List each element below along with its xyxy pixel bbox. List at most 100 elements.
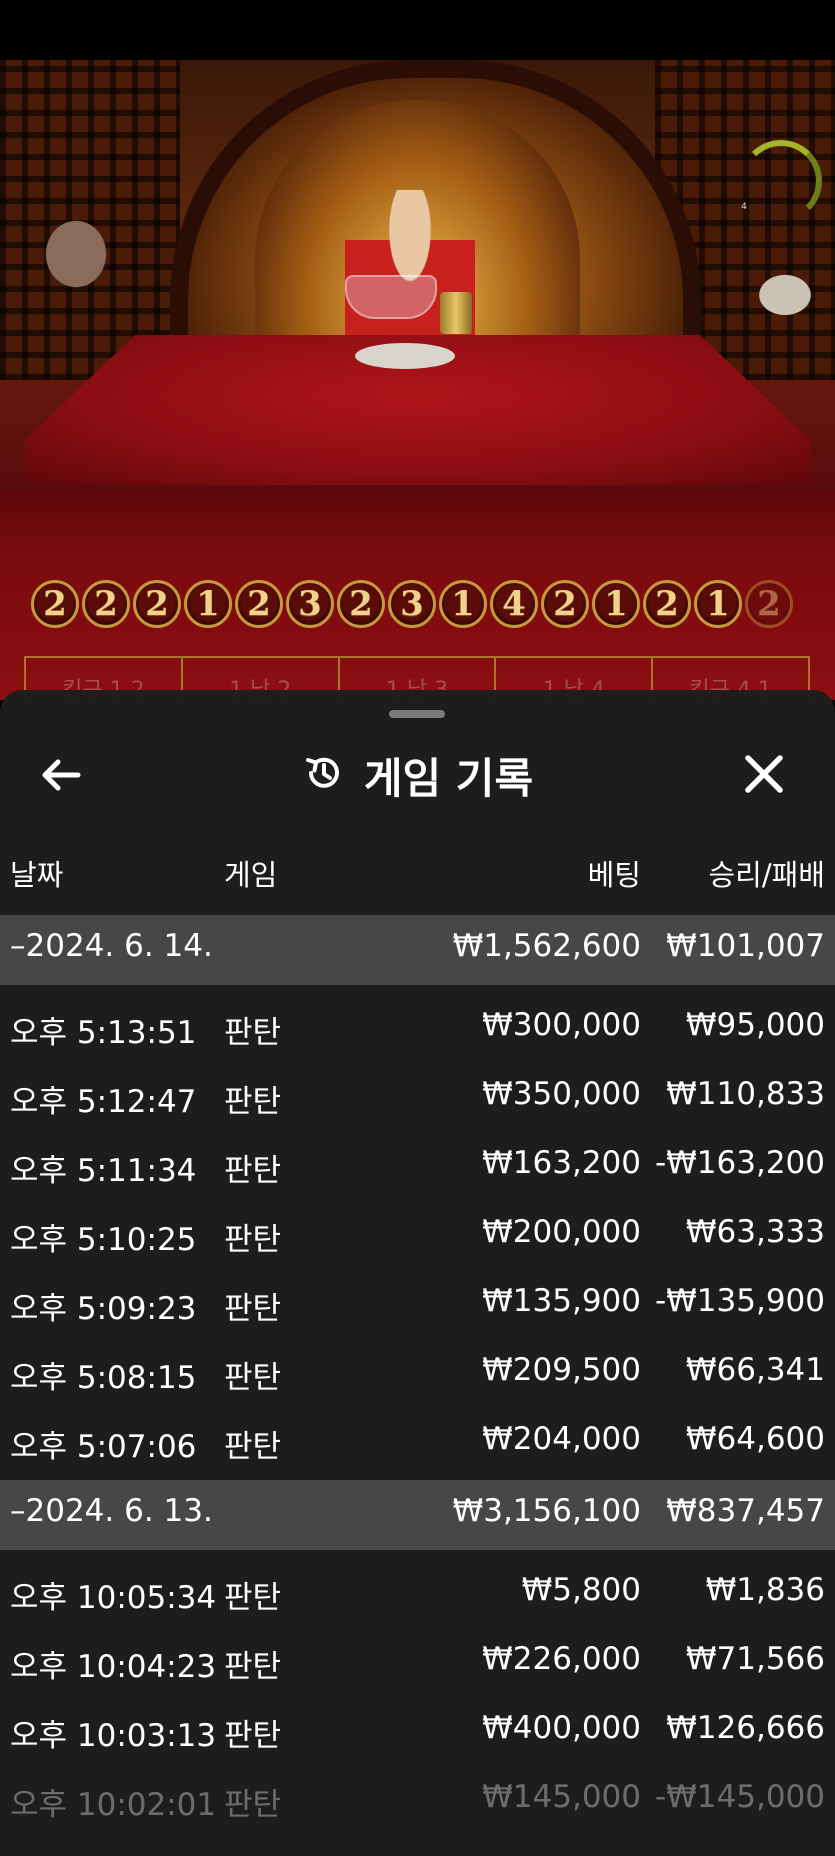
result-road: 222123231421212: [30, 574, 805, 634]
row-bet: ₩209,500: [482, 1352, 641, 1388]
row-game: 판탄: [224, 1718, 282, 1754]
row-time: 오후 10:05:34: [10, 1580, 217, 1616]
history-row[interactable]: 오후 10:02:01 판탄 ₩145,000 -₩145,000: [0, 1763, 835, 1831]
arrow-left-icon: [36, 759, 86, 804]
bead-pile: [355, 343, 455, 369]
row-time: 오후 5:09:23: [10, 1291, 197, 1327]
group-date: –2024. 6. 13.: [10, 1493, 213, 1529]
table-header: 날짜 게임 베팅 승리/패배: [0, 840, 835, 900]
history-row[interactable]: 오후 10:03:13 판탄 ₩400,000 ₩126,666: [0, 1694, 835, 1762]
row-bet: ₩163,200: [482, 1145, 641, 1181]
row-game: 판탄: [224, 1015, 282, 1051]
row-time: 오후 10:03:13: [10, 1718, 217, 1754]
live-video: 4: [0, 60, 835, 490]
history-row[interactable]: 오후 5:09:23 판탄 ₩135,900 -₩135,900: [0, 1267, 835, 1335]
road-result: 1: [592, 580, 640, 628]
gold-cup: [440, 292, 472, 334]
row-bet: ₩226,000: [482, 1641, 641, 1677]
row-bet: ₩145,000: [482, 1779, 641, 1815]
glass-cover: [345, 275, 437, 319]
group-bet-total: ₩3,156,100: [452, 1493, 641, 1529]
history-row[interactable]: 오후 5:11:34 판탄 ₩163,200 -₩163,200: [0, 1129, 835, 1197]
date-group-header[interactable]: –2024. 6. 14. ₩1,562,600 ₩101,007: [0, 915, 835, 985]
history-icon: [302, 751, 346, 799]
road-result: 2: [235, 580, 283, 628]
row-result: ₩1,836: [705, 1572, 825, 1608]
history-row[interactable]: 오후 5:08:15 판탄 ₩209,500 ₩66,341: [0, 1336, 835, 1404]
road-result: 2: [745, 580, 793, 628]
row-game: 판탄: [224, 1153, 282, 1189]
row-game: 판탄: [224, 1787, 282, 1823]
road-result: 2: [31, 580, 79, 628]
road-result: 4: [490, 580, 538, 628]
history-row[interactable]: 오후 5:12:47 판탄 ₩350,000 ₩110,833: [0, 1060, 835, 1128]
close-button[interactable]: [736, 746, 796, 802]
title-group: 게임 기록: [0, 730, 835, 820]
row-result: ₩126,666: [666, 1710, 825, 1746]
row-result: ₩64,600: [685, 1421, 825, 1457]
road-result: 3: [286, 580, 334, 628]
road-result: 1: [694, 580, 742, 628]
row-game: 판탄: [224, 1222, 282, 1258]
road-result: 2: [82, 580, 130, 628]
back-button[interactable]: [36, 750, 96, 800]
date-group-header[interactable]: –2024. 6. 13. ₩3,156,100 ₩837,457: [0, 1480, 835, 1550]
group-date: –2024. 6. 14.: [10, 928, 213, 964]
row-bet: ₩400,000: [482, 1710, 641, 1746]
dragon-statue: [740, 260, 830, 330]
column-game: 게임: [224, 858, 278, 892]
history-row[interactable]: 오후 5:07:06 판탄 ₩204,000 ₩64,600: [0, 1405, 835, 1473]
group-win-total: ₩101,007: [666, 928, 825, 964]
row-result: ₩95,000: [685, 1007, 825, 1043]
row-time: 오후 5:11:34: [10, 1153, 197, 1189]
column-win-loss: 승리/패배: [708, 858, 826, 892]
row-result: -₩145,000: [654, 1779, 825, 1815]
row-bet: ₩200,000: [482, 1214, 641, 1250]
row-game: 판탄: [224, 1084, 282, 1120]
sheet-drag-handle[interactable]: [389, 710, 445, 718]
game-history-sheet: 게임 기록 날짜 게임 베팅 승리/패배 –2024. 6. 14. ₩1,562…: [0, 690, 835, 1856]
road-result: 2: [643, 580, 691, 628]
row-result: ₩63,333: [685, 1214, 825, 1250]
row-result: ₩66,341: [685, 1352, 825, 1388]
row-time: 오후 5:07:06: [10, 1429, 197, 1465]
road-result: 2: [541, 580, 589, 628]
row-game: 판탄: [224, 1649, 282, 1685]
row-game: 판탄: [224, 1580, 282, 1616]
history-row[interactable]: 오후 5:13:51 판탄 ₩300,000 ₩95,000: [0, 991, 835, 1059]
row-time: 오후 10:04:23: [10, 1649, 217, 1685]
row-time: 오후 10:02:01: [10, 1787, 217, 1823]
history-row[interactable]: 오후 10:05:34 판탄 ₩5,800 ₩1,836: [0, 1556, 835, 1624]
sheet-header: 게임 기록: [0, 730, 835, 820]
row-result: -₩163,200: [654, 1145, 825, 1181]
road-result: 1: [439, 580, 487, 628]
history-row[interactable]: 오후 10:04:23 판탄 ₩226,000 ₩71,566: [0, 1625, 835, 1693]
row-game: 판탄: [224, 1291, 282, 1327]
row-time: 오후 5:10:25: [10, 1222, 197, 1258]
road-result: 2: [133, 580, 181, 628]
row-bet: ₩350,000: [482, 1076, 641, 1112]
row-bet: ₩204,000: [482, 1421, 641, 1457]
column-date: 날짜: [10, 858, 64, 892]
close-icon: [736, 755, 792, 806]
row-result: -₩135,900: [654, 1283, 825, 1319]
column-bet: 베팅: [587, 858, 641, 892]
sheet-title: 게임 기록: [363, 753, 534, 803]
row-game: 판탄: [224, 1429, 282, 1465]
row-game: 판탄: [224, 1360, 282, 1396]
road-result: 3: [388, 580, 436, 628]
road-result: 2: [337, 580, 385, 628]
round-timer-icon: [740, 140, 822, 222]
group-bet-total: ₩1,562,600: [452, 928, 641, 964]
row-bet: ₩135,900: [482, 1283, 641, 1319]
row-time: 오후 5:13:51: [10, 1015, 197, 1051]
row-bet: ₩300,000: [482, 1007, 641, 1043]
row-result: ₩71,566: [685, 1641, 825, 1677]
history-row[interactable]: 오후 5:10:25 판탄 ₩200,000 ₩63,333: [0, 1198, 835, 1266]
row-time: 오후 5:08:15: [10, 1360, 197, 1396]
status-bar: [0, 0, 835, 60]
row-bet: ₩5,800: [521, 1572, 641, 1608]
road-result: 1: [184, 580, 232, 628]
round-timer-value: 4: [741, 202, 747, 212]
row-time: 오후 5:12:47: [10, 1084, 197, 1120]
